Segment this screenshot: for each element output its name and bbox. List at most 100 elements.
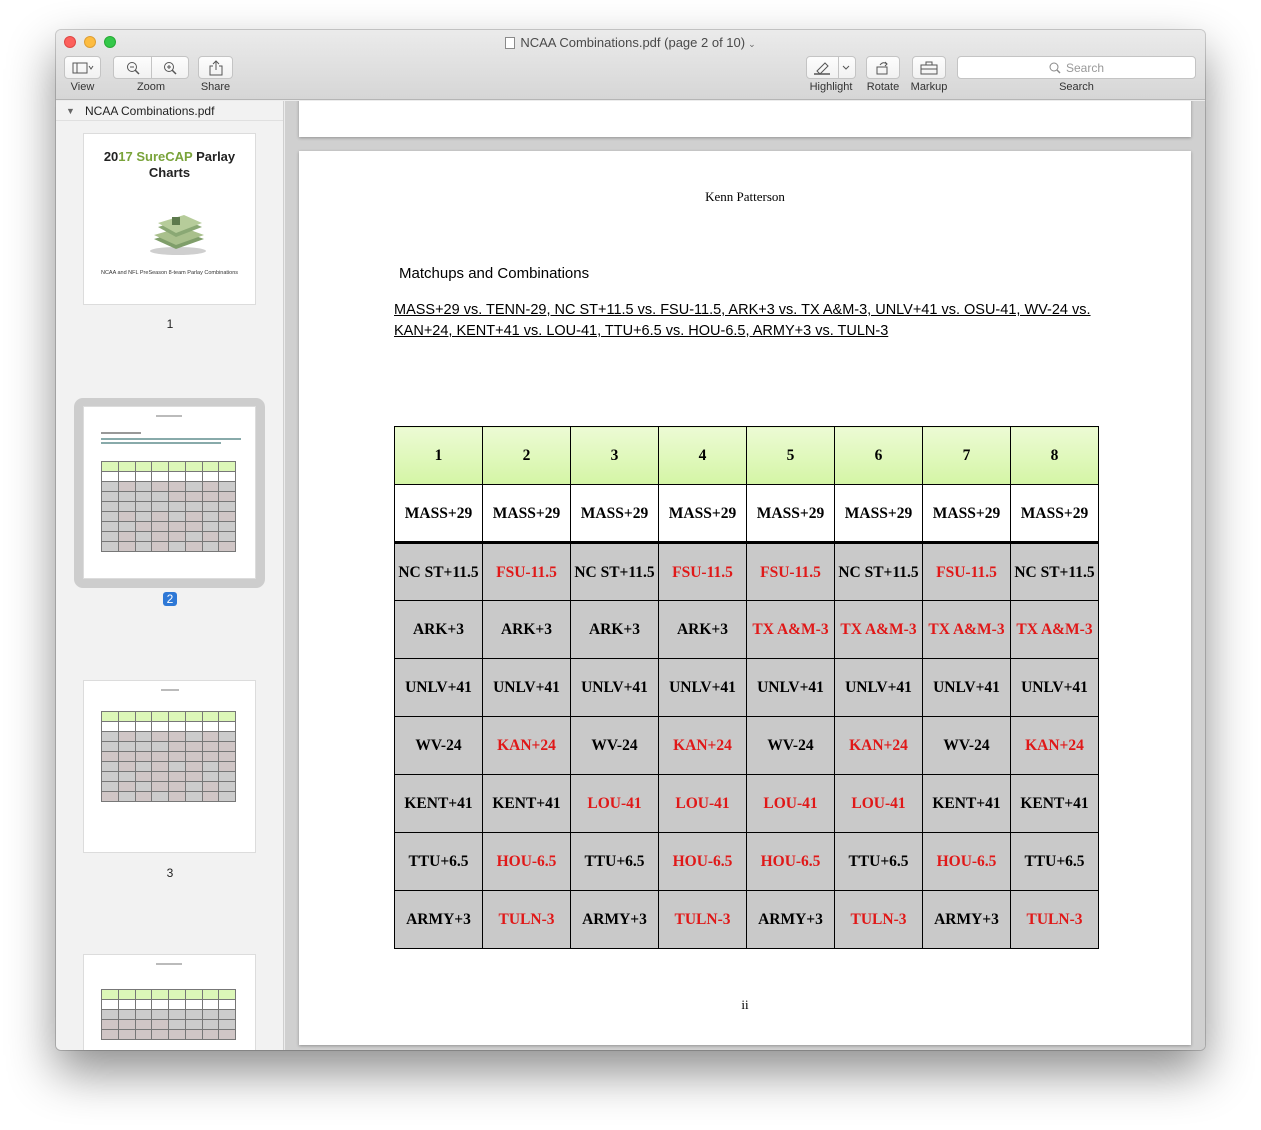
chevron-down-icon: ⌄ bbox=[748, 39, 756, 49]
pdf-page-1 bbox=[299, 101, 1191, 137]
table-cell: UNLV+41 bbox=[482, 658, 571, 717]
page-thumbnail-number-3: 3 bbox=[166, 866, 174, 880]
highlight-button[interactable] bbox=[807, 57, 838, 78]
table-header-row: 1 2 3 4 5 6 7 8 bbox=[394, 426, 1099, 485]
search-label: Search bbox=[1059, 81, 1094, 93]
table-cell: ARK+3 bbox=[394, 600, 483, 659]
thumbnail-cover-caption: NCAA and NFL PreSeason 8-team Parlay Com… bbox=[100, 270, 239, 276]
table-cell: HOU-6.5 bbox=[746, 832, 835, 891]
zoom-control bbox=[113, 56, 189, 79]
markup-button[interactable] bbox=[912, 56, 946, 79]
matchups-list: MASS+29 vs. TENN-29, NC ST+11.5 vs. FSU-… bbox=[394, 302, 1091, 339]
table-cell: MASS+29 bbox=[482, 484, 571, 544]
highlight-options-button[interactable] bbox=[838, 57, 855, 78]
highlight-control bbox=[806, 56, 856, 79]
table-cell: MASS+29 bbox=[394, 484, 483, 544]
table-cell: KAN+24 bbox=[834, 716, 923, 775]
table-cell: KENT+41 bbox=[394, 774, 483, 833]
cover-title-year-b: 17 bbox=[118, 149, 137, 164]
table-cell: MASS+29 bbox=[746, 484, 835, 544]
thumbnail-cover-title: 2017 SureCAP Parlay Charts bbox=[84, 149, 255, 181]
table-cell: LOU-41 bbox=[658, 774, 747, 833]
rotate-icon bbox=[876, 61, 888, 74]
table-cell: UNLV+41 bbox=[834, 658, 923, 717]
table-cell: ARMY+3 bbox=[922, 890, 1011, 949]
selected-page-badge: 2 bbox=[162, 592, 178, 606]
table-cell: NC ST+11.5 bbox=[834, 542, 923, 601]
view-label: View bbox=[70, 81, 95, 93]
table-cell: TTU+6.5 bbox=[1010, 832, 1099, 891]
table-cell: TULN-3 bbox=[658, 890, 747, 949]
cover-title-brand-b: CAP bbox=[165, 149, 193, 164]
table-cell: HOU-6.5 bbox=[922, 832, 1011, 891]
page-footer-number: ii bbox=[741, 997, 749, 1012]
sidebar-view-icon bbox=[72, 62, 93, 73]
cover-title-brand-a: Sure bbox=[136, 149, 166, 164]
table-header-cell: 1 bbox=[394, 426, 483, 485]
toolbar: NCAA Combinations.pdf (page 2 of 10) ⌄ Vi… bbox=[56, 30, 1205, 100]
markup-label: Markup bbox=[910, 81, 948, 93]
search-field[interactable]: Search bbox=[957, 56, 1196, 79]
money-stack-icon bbox=[150, 215, 206, 255]
zoom-out-icon bbox=[126, 61, 140, 75]
table-row: TTU+6.5 HOU-6.5 TTU+6.5 HOU-6.5 HOU-6.5 … bbox=[394, 832, 1099, 891]
table-cell: ARMY+3 bbox=[394, 890, 483, 949]
document-view[interactable]: Kenn Patterson Matchups and Combinations… bbox=[285, 101, 1205, 1050]
table-cell: NC ST+11.5 bbox=[570, 542, 659, 601]
table-cell: FSU-11.5 bbox=[482, 542, 571, 601]
table-cell: HOU-6.5 bbox=[482, 832, 571, 891]
zoom-in-button[interactable] bbox=[151, 57, 188, 78]
table-cell: TTU+6.5 bbox=[394, 832, 483, 891]
zoom-in-icon bbox=[163, 61, 177, 75]
table-cell: KENT+41 bbox=[922, 774, 1011, 833]
table-cell: WV-24 bbox=[922, 716, 1011, 775]
thumbnail-sidebar: ▼ NCAA Combinations.pdf 2017 SureCAP Par… bbox=[56, 101, 284, 1050]
pdf-document-icon bbox=[505, 37, 516, 49]
table-header-cell: 8 bbox=[1010, 426, 1099, 485]
table-cell: HOU-6.5 bbox=[658, 832, 747, 891]
table-cell: TX A&M-3 bbox=[922, 600, 1011, 659]
table-cell: MASS+29 bbox=[922, 484, 1011, 544]
rotate-button[interactable] bbox=[866, 56, 900, 79]
thumbnail-mini-table bbox=[101, 989, 236, 1040]
table-row: WV-24 KAN+24 WV-24 KAN+24 WV-24 KAN+24 W… bbox=[394, 716, 1099, 775]
zoom-label: Zoom bbox=[136, 81, 166, 93]
sidebar-file-header[interactable]: ▼ NCAA Combinations.pdf bbox=[56, 101, 283, 121]
table-cell: TX A&M-3 bbox=[746, 600, 835, 659]
table-cell: UNLV+41 bbox=[570, 658, 659, 717]
table-cell: TULN-3 bbox=[1010, 890, 1099, 949]
table-cell: TTU+6.5 bbox=[570, 832, 659, 891]
share-icon bbox=[209, 59, 222, 75]
thumbnail-mini-table bbox=[101, 461, 236, 552]
table-cell: ARMY+3 bbox=[570, 890, 659, 949]
table-cell: UNLV+41 bbox=[658, 658, 747, 717]
table-cell: FSU-11.5 bbox=[922, 542, 1011, 601]
table-cell: KAN+24 bbox=[658, 716, 747, 775]
view-button[interactable] bbox=[64, 56, 101, 79]
window-title[interactable]: NCAA Combinations.pdf (page 2 of 10) ⌄ bbox=[56, 35, 1205, 50]
table-cell: TTU+6.5 bbox=[834, 832, 923, 891]
share-button[interactable] bbox=[198, 56, 233, 79]
window-title-text: NCAA Combinations.pdf (page 2 of 10) bbox=[520, 35, 746, 50]
page-thumbnail-4[interactable] bbox=[84, 955, 255, 1050]
page-thumbnail-1[interactable]: 2017 SureCAP Parlay Charts NCAA and NFL … bbox=[84, 134, 255, 304]
rotate-label: Rotate bbox=[866, 81, 900, 93]
preview-window: NCAA Combinations.pdf (page 2 of 10) ⌄ Vi… bbox=[56, 30, 1205, 1050]
zoom-out-button[interactable] bbox=[114, 57, 151, 78]
table-cell: MASS+29 bbox=[570, 484, 659, 544]
page-thumbnail-2[interactable] bbox=[84, 407, 255, 578]
table-cell: MASS+29 bbox=[834, 484, 923, 544]
page-thumbnail-3[interactable] bbox=[84, 681, 255, 852]
table-cell: KENT+41 bbox=[1010, 774, 1099, 833]
table-cell: LOU-41 bbox=[570, 774, 659, 833]
table-cell: FSU-11.5 bbox=[746, 542, 835, 601]
table-row: NC ST+11.5 FSU-11.5 NC ST+11.5 FSU-11.5 … bbox=[394, 542, 1099, 601]
table-row: ARMY+3 TULN-3 ARMY+3 TULN-3 ARMY+3 TULN-… bbox=[394, 890, 1099, 949]
page-thumbnail-number-1: 1 bbox=[166, 317, 174, 331]
highlight-label: Highlight bbox=[809, 81, 853, 93]
disclosure-triangle-icon[interactable]: ▼ bbox=[66, 101, 75, 121]
table-cell: ARK+3 bbox=[658, 600, 747, 659]
table-cell: TX A&M-3 bbox=[1010, 600, 1099, 659]
table-header-cell: 5 bbox=[746, 426, 835, 485]
page-header-author: Kenn Patterson bbox=[705, 189, 785, 204]
